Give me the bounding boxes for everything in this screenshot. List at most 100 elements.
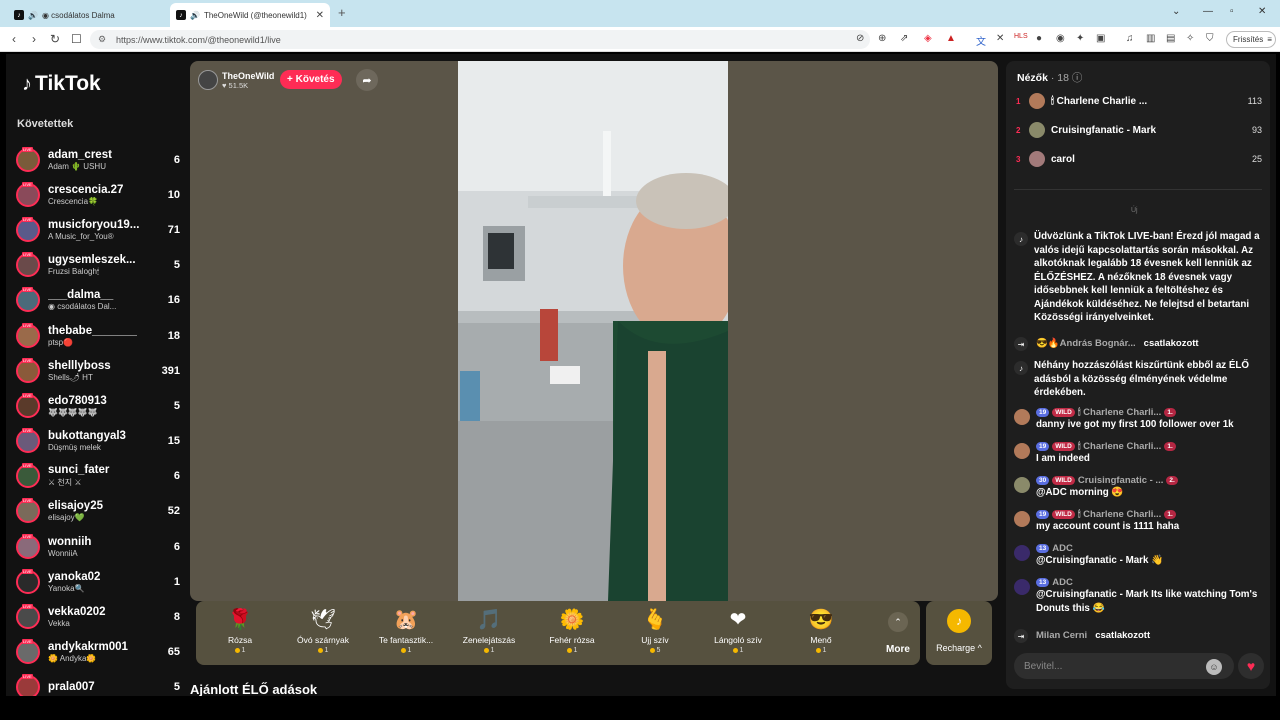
following-name[interactable]: bukottangyal3: [48, 430, 148, 442]
chat-avatar[interactable]: [1014, 511, 1030, 527]
chat-avatar[interactable]: [1014, 477, 1030, 493]
viewer-name[interactable]: carol: [1051, 154, 1075, 165]
following-avatar[interactable]: LIVE: [16, 428, 40, 454]
following-item[interactable]: LIVE ___dalma__ ◉ csodálatos Dal... 16: [16, 283, 182, 318]
chat-username[interactable]: ADC: [1052, 577, 1073, 588]
viewer-name[interactable]: Cruisingfanatic - Mark: [1051, 125, 1156, 136]
following-item[interactable]: LIVE shelllyboss Shells🌶 HT 391: [16, 353, 182, 388]
following-item[interactable]: LIVE thebabe_______ ptsp🔴 18: [16, 318, 182, 353]
info-icon[interactable]: ⓘ: [1072, 72, 1083, 84]
forward-icon[interactable]: ›: [32, 32, 36, 46]
following-name[interactable]: yanoka02: [48, 571, 148, 583]
tab-list-chevron-icon[interactable]: ⌄: [1172, 6, 1180, 17]
like-heart-button[interactable]: ♥: [1238, 653, 1264, 679]
following-avatar[interactable]: LIVE: [16, 463, 40, 489]
follow-button[interactable]: + Követés: [280, 70, 342, 89]
browser-tab-inactive[interactable]: ♪ 🔊 ◉ csodálatos Dalma: [8, 3, 164, 27]
following-avatar[interactable]: LIVE: [16, 287, 40, 313]
following-avatar[interactable]: LIVE: [16, 357, 40, 383]
gift-item[interactable]: 🌹 Rózsa 1: [200, 607, 280, 654]
share-icon[interactable]: ⇗: [900, 33, 908, 44]
following-item[interactable]: LIVE ugysemleszek... Fruzsi Balogh🕯 5: [16, 248, 182, 283]
viewer-name[interactable]: 🕯 Charlene Charlie ...: [1051, 96, 1147, 107]
live-video[interactable]: [458, 61, 728, 601]
following-name[interactable]: elisajoy25: [48, 500, 148, 512]
following-name[interactable]: shelllyboss: [48, 360, 148, 372]
following-item[interactable]: LIVE musicforyou19... A Music_for_You® 71: [16, 212, 182, 247]
join-user[interactable]: 😎🔥András Bognár...: [1036, 338, 1136, 349]
following-name[interactable]: sunci_fater: [48, 464, 148, 476]
viewer-avatar[interactable]: [1029, 122, 1045, 138]
following-item[interactable]: LIVE bukottangyal3 Düşmüş melek 15: [16, 424, 182, 459]
viewers-heading[interactable]: Nézők · 18 ⓘ: [1017, 70, 1082, 85]
extension-circle-icon[interactable]: ●: [1036, 33, 1042, 44]
following-name[interactable]: andykakrm001: [48, 641, 148, 653]
chat-username[interactable]: ADC: [1052, 543, 1073, 554]
following-avatar[interactable]: LIVE: [16, 604, 40, 630]
close-window-button[interactable]: ✕: [1258, 6, 1266, 17]
recharge-button[interactable]: ♪ Recharge ^: [926, 601, 992, 665]
site-info-icon[interactable]: ⚙: [98, 34, 106, 45]
following-name[interactable]: thebabe_______: [48, 325, 148, 337]
following-item[interactable]: LIVE vekka0202 Vekka 8: [16, 599, 182, 634]
extension-hls-icon[interactable]: HLS: [1014, 33, 1028, 40]
gift-item[interactable]: 🌼 Fehér rózsa 1: [532, 607, 612, 654]
following-avatar[interactable]: LIVE: [16, 674, 40, 696]
following-item[interactable]: LIVE sunci_fater ⚔ 천지 ⚔ 6: [16, 459, 182, 494]
following-avatar[interactable]: LIVE: [16, 252, 40, 278]
url-bar[interactable]: ⚙ https://www.tiktok.com/@theonewild1/li…: [90, 30, 870, 49]
following-avatar[interactable]: LIVE: [16, 322, 40, 348]
gift-item[interactable]: 🕊 Óvó szárnyak 1: [283, 607, 363, 654]
host-avatar[interactable]: [198, 70, 218, 90]
sidebar-icon[interactable]: ▥: [1146, 33, 1155, 44]
chat-username[interactable]: Cruisingfanatic - ...: [1078, 475, 1164, 486]
following-avatar[interactable]: LIVE: [16, 639, 40, 665]
media-icon[interactable]: ♫: [1126, 33, 1134, 44]
chat-avatar[interactable]: [1014, 579, 1030, 595]
extension-color-icon[interactable]: ◉: [1056, 33, 1065, 44]
extension-x-icon[interactable]: ✕: [996, 33, 1004, 44]
following-item[interactable]: LIVE andykakrm001 🌼 Andyka🌼 65: [16, 635, 182, 670]
host-info[interactable]: TheOneWild ♥ 51.5K: [198, 69, 274, 91]
following-item[interactable]: LIVE prala007 5: [16, 670, 182, 696]
following-name[interactable]: vekka0202: [48, 606, 148, 618]
viewer-avatar[interactable]: [1029, 151, 1045, 167]
following-name[interactable]: adam_crest: [48, 149, 148, 161]
chat-username[interactable]: 🕯 Charlene Charli...: [1078, 407, 1161, 418]
new-tab-button[interactable]: +: [338, 5, 346, 20]
following-name[interactable]: wonniih: [48, 536, 148, 548]
following-avatar[interactable]: LIVE: [16, 498, 40, 524]
top-viewer-row[interactable]: 2 Cruisingfanatic - Mark 93: [1016, 120, 1262, 140]
live-video-stage[interactable]: TheOneWild ♥ 51.5K + Követés ➦: [190, 61, 998, 601]
chat-username[interactable]: 🕯 Charlene Charli...: [1078, 509, 1161, 520]
chat-avatar[interactable]: [1014, 409, 1030, 425]
chat-avatar[interactable]: [1014, 443, 1030, 459]
gift-item[interactable]: 🫰 Ujj szív 5: [615, 607, 695, 654]
extension-box-icon[interactable]: ▣: [1096, 33, 1105, 44]
following-item[interactable]: LIVE yanoka02 Yanoka🔍 1: [16, 564, 182, 599]
back-icon[interactable]: ‹: [12, 32, 16, 46]
following-name[interactable]: musicforyou19...: [48, 219, 148, 231]
following-avatar[interactable]: LIVE: [16, 146, 40, 172]
viewer-avatar[interactable]: [1029, 93, 1045, 109]
following-name[interactable]: edo780913: [48, 395, 148, 407]
gift-item[interactable]: 😎 Menő 1: [781, 607, 861, 654]
following-item[interactable]: LIVE wonniih WonniiA 6: [16, 529, 182, 564]
extensions-puzzle-icon[interactable]: ✦: [1076, 33, 1084, 44]
chat-input[interactable]: Bevitel...: [1014, 653, 1234, 679]
gift-item[interactable]: 🐹 Te fantasztik... 1: [366, 607, 446, 654]
top-viewer-row[interactable]: 3 carol 25: [1016, 149, 1262, 169]
bookmark-icon[interactable]: ☐: [71, 32, 82, 46]
following-item[interactable]: LIVE elisajoy25 elisajoy💚 52: [16, 494, 182, 529]
following-avatar[interactable]: LIVE: [16, 392, 40, 418]
top-viewer-row[interactable]: 1 🕯 Charlene Charlie ... 113: [1016, 91, 1262, 111]
minimize-button[interactable]: —: [1203, 6, 1213, 17]
update-button[interactable]: Frissítés ≡: [1226, 31, 1276, 48]
following-name[interactable]: ugysemleszek...: [48, 254, 148, 266]
following-avatar[interactable]: LIVE: [16, 533, 40, 559]
share-button[interactable]: ➦: [356, 69, 378, 91]
reading-list-icon[interactable]: ▤: [1166, 33, 1175, 44]
join-user[interactable]: Milan Cerni: [1036, 630, 1087, 641]
close-tab-icon[interactable]: ✕: [316, 10, 324, 21]
chat-avatar[interactable]: [1014, 545, 1030, 561]
